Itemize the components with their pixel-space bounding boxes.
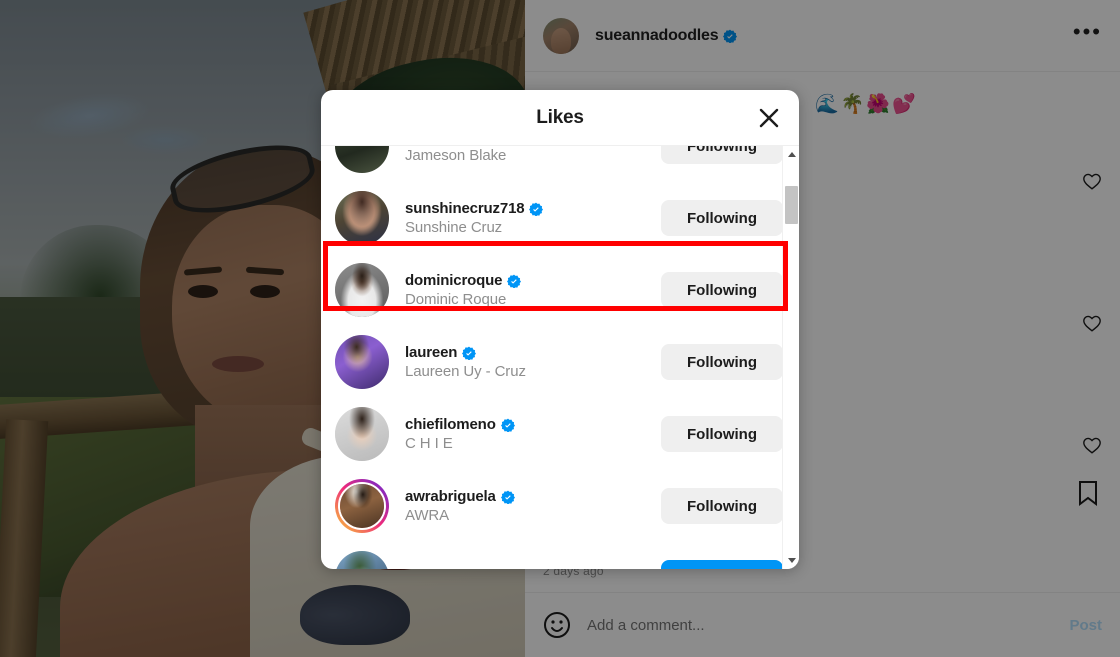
follow-button[interactable]: Following (661, 344, 783, 380)
list-item-username-text: sunshinecruz718 (405, 200, 525, 217)
avatar-with-story-ring[interactable] (335, 479, 389, 533)
list-item[interactable]: chiefilomeno C H I E Following (321, 398, 799, 470)
verified-badge-icon (462, 346, 477, 360)
list-item-meta: laureen Laureen Uy - Cruz (405, 344, 661, 380)
list-item-username[interactable]: laureen (405, 344, 661, 361)
avatar[interactable] (335, 407, 389, 461)
list-item-fullname: AWRA (405, 507, 450, 524)
scroll-up-arrow-icon[interactable] (783, 146, 799, 163)
list-item[interactable]: sunshinecruz718 Sunshine Cruz Following (321, 182, 799, 254)
verified-badge-icon (507, 274, 522, 288)
avatar (338, 482, 386, 530)
post-author-avatar[interactable] (543, 17, 579, 54)
verified-badge-icon (723, 29, 738, 43)
list-item-fullname: Jameson Blake (405, 147, 507, 164)
likes-modal: Likes Jameson Blake Jameson Blake Follow… (321, 90, 799, 569)
list-item[interactable]: Jameson Blake Jameson Blake Following (321, 146, 799, 182)
follow-button[interactable]: Following (661, 272, 783, 308)
list-item-meta: chiefilomeno C H I E (405, 416, 661, 452)
list-item-meta: dominicroque Dominic Roque (405, 272, 661, 308)
heart-icon[interactable] (1082, 314, 1102, 332)
list-item[interactable]: janinedardiente Follow (321, 542, 799, 569)
list-item-meta: awrabriguela AWRA (405, 488, 661, 524)
avatar[interactable] (335, 551, 389, 569)
scrollbar-thumb[interactable] (785, 186, 798, 224)
list-item-meta: janinedardiente (405, 569, 661, 570)
likes-list-scrollbar[interactable] (782, 146, 799, 569)
post-caption-emoji: 🌊🌴🌺💕 (815, 94, 918, 115)
likes-list[interactable]: Jameson Blake Jameson Blake Following su… (321, 146, 799, 569)
list-item-username[interactable]: sunshinecruz718 (405, 200, 661, 217)
avatar[interactable] (335, 146, 389, 173)
follow-button[interactable]: Following (661, 146, 783, 164)
close-icon[interactable] (755, 104, 783, 132)
add-comment-bar: Post (525, 592, 1120, 657)
list-item-username[interactable]: chiefilomeno (405, 416, 661, 433)
follow-button[interactable]: Following (661, 200, 783, 236)
list-item-fullname: Laureen Uy - Cruz (405, 363, 526, 380)
list-item-fullname: Dominic Roque (405, 291, 507, 308)
post-comment-button[interactable]: Post (1069, 617, 1102, 634)
smiley-face-icon[interactable] (543, 611, 571, 639)
post-header: sueannadoodles ••• (525, 0, 1120, 72)
list-item-dominicroque[interactable]: dominicroque Dominic Roque Following (321, 254, 799, 326)
follow-button[interactable]: Following (661, 488, 783, 524)
follow-button[interactable]: Follow (661, 560, 783, 569)
bookmark-icon[interactable] (1076, 480, 1100, 511)
list-item-username-text: laureen (405, 344, 458, 361)
list-item-username-text: dominicroque (405, 272, 503, 289)
likes-modal-header: Likes (321, 90, 799, 146)
likes-modal-title: Likes (536, 106, 584, 128)
avatar[interactable] (335, 335, 389, 389)
list-item-username[interactable]: awrabriguela (405, 488, 661, 505)
list-item-username[interactable]: janinedardiente (405, 569, 661, 570)
scroll-down-arrow-icon[interactable] (783, 552, 799, 569)
verified-badge-icon (529, 202, 544, 216)
more-options-icon[interactable]: ••• (1073, 20, 1102, 45)
list-item-meta: Jameson Blake Jameson Blake (405, 146, 661, 164)
list-item-fullname: C H I E (405, 435, 453, 452)
instagram-post-screen: sueannadoodles ••• 🌊🌴🌺💕 picture nila ni … (0, 0, 1120, 657)
list-item-username-text: chiefilomeno (405, 416, 496, 433)
avatar[interactable] (335, 191, 389, 245)
follow-button[interactable]: Following (661, 416, 783, 452)
verified-badge-icon (500, 418, 515, 432)
verified-badge-icon (500, 490, 515, 504)
list-item[interactable]: awrabriguela AWRA Following (321, 470, 799, 542)
list-item[interactable]: laureen Laureen Uy - Cruz Following (321, 326, 799, 398)
add-comment-input[interactable] (587, 616, 1070, 634)
post-author-username[interactable]: sueannadoodles (595, 27, 719, 45)
list-item-username[interactable]: dominicroque (405, 272, 661, 289)
list-item-username-text: awrabriguela (405, 488, 496, 505)
heart-icon[interactable] (1082, 172, 1102, 190)
list-item-fullname: Sunshine Cruz (405, 219, 503, 236)
heart-icon[interactable] (1082, 436, 1102, 454)
avatar[interactable] (335, 263, 389, 317)
list-item-meta: sunshinecruz718 Sunshine Cruz (405, 200, 661, 236)
